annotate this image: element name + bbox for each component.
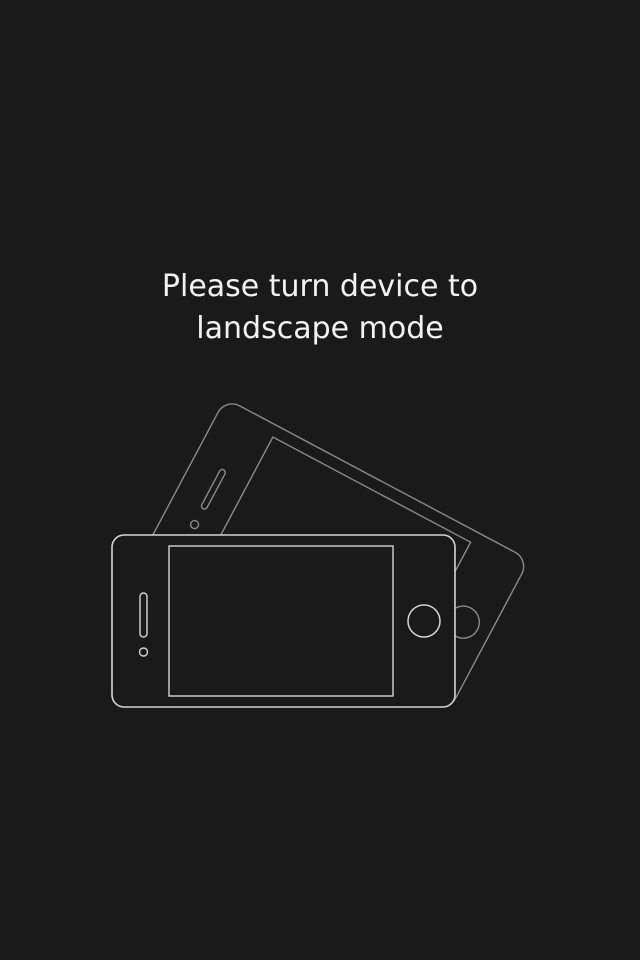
landscape-phone-icon — [111, 534, 456, 708]
rotate-device-icon — [111, 403, 525, 708]
rotate-device-screen: Please turn device to landscape mode — [0, 0, 640, 960]
